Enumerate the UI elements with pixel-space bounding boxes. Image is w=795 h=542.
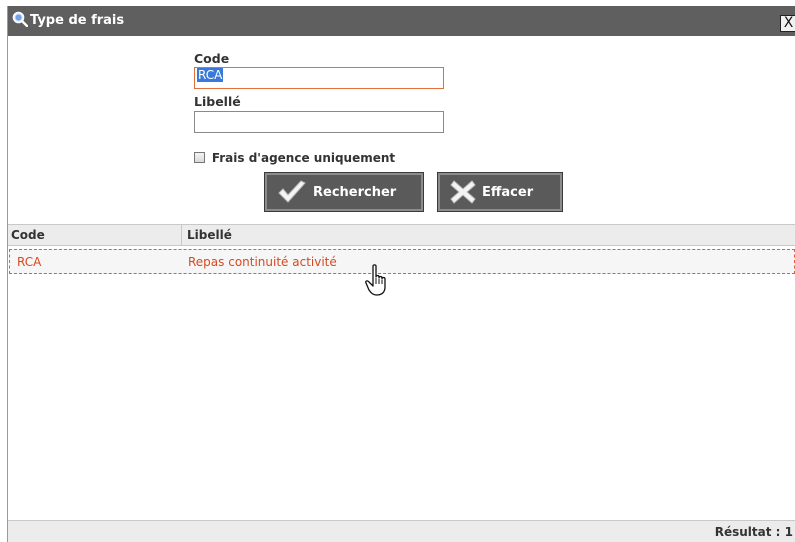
dialog-titlebar: Type de frais X [8, 6, 795, 36]
close-button[interactable]: X [780, 15, 795, 32]
result-count: Résultat : 1 [714, 525, 793, 539]
agency-only-label: Frais d'agence uniquement [211, 151, 396, 165]
table-row[interactable]: RCA Repas continuité activité [9, 249, 795, 274]
search-form: Code RCA Libellé Frais d'agence uniqueme… [8, 36, 795, 221]
column-header-libelle[interactable]: Libellé [187, 228, 232, 242]
type-de-frais-dialog: Type de frais X Code RCA Libellé Frais d… [7, 6, 795, 542]
search-button[interactable]: Rechercher [264, 172, 424, 212]
clear-button-label: Effacer [482, 184, 534, 200]
clear-button[interactable]: Effacer [437, 172, 563, 212]
column-separator [181, 225, 182, 246]
agency-only-option: Frais d'agence uniquement [194, 151, 395, 165]
close-icon: X [783, 15, 794, 31]
code-label: Code [194, 51, 230, 66]
libelle-label: Libellé [194, 94, 241, 109]
hand-pointer-icon [365, 264, 386, 296]
code-input-value: RCA [197, 68, 224, 82]
agency-only-checkbox[interactable] [194, 152, 205, 163]
row-code-cell: RCA [17, 255, 42, 269]
code-input[interactable]: RCA [194, 67, 444, 89]
results-footer: Résultat : 1 [8, 520, 795, 542]
x-mark-icon [450, 180, 476, 204]
magnifier-icon [12, 11, 28, 27]
row-libelle-cell: Repas continuité activité [188, 255, 337, 269]
dialog-title: Type de frais [30, 13, 125, 28]
results-grid-header: Code Libellé [8, 224, 795, 246]
libelle-input[interactable] [194, 111, 444, 133]
search-button-label: Rechercher [313, 184, 397, 200]
checkmark-icon [278, 180, 306, 203]
column-header-code[interactable]: Code [11, 228, 45, 242]
